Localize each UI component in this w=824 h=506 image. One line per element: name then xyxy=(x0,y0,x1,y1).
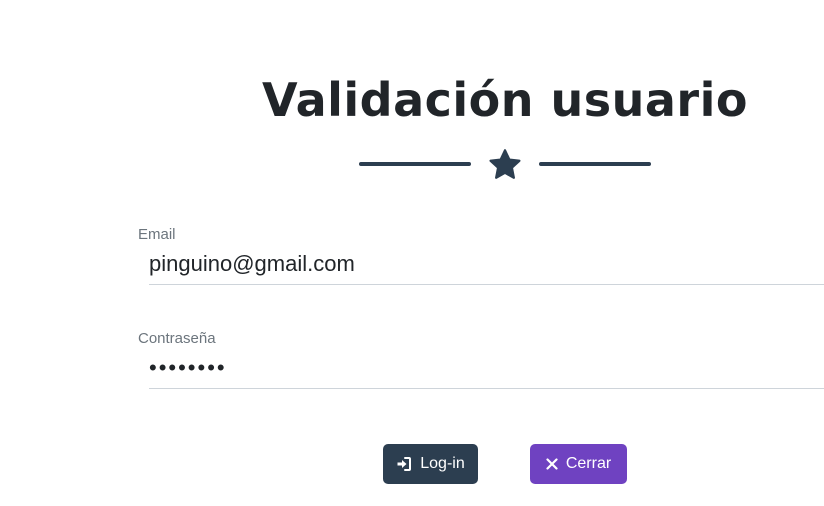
email-field[interactable] xyxy=(149,244,824,285)
login-button[interactable]: Log-in xyxy=(383,444,478,484)
email-label: Email xyxy=(138,226,176,243)
divider-line-left xyxy=(359,162,471,166)
title-divider xyxy=(359,147,651,183)
password-field[interactable] xyxy=(149,348,824,389)
divider-line-right xyxy=(539,162,651,166)
close-button[interactable]: Cerrar xyxy=(530,444,627,484)
close-icon xyxy=(546,458,558,470)
login-page: Validación usuario Email Contraseña Log-… xyxy=(0,0,824,506)
sign-in-icon xyxy=(397,457,412,471)
close-button-label: Cerrar xyxy=(565,455,612,472)
page-title: Validación usuario xyxy=(261,73,748,127)
password-label: Contraseña xyxy=(138,330,216,347)
login-button-label: Log-in xyxy=(420,455,465,472)
star-icon xyxy=(489,149,521,179)
